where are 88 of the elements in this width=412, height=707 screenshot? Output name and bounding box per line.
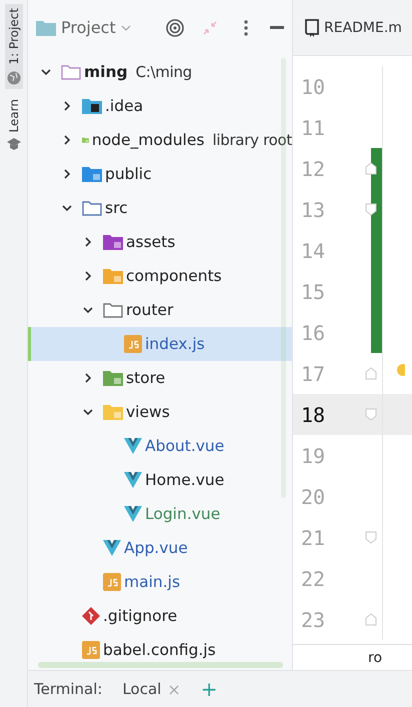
folder-icon: [103, 302, 123, 318]
breadcrumb[interactable]: ro: [368, 650, 382, 666]
graduation-cap-icon: [6, 138, 20, 150]
file-row[interactable]: About.vue: [28, 429, 292, 463]
fold-marker-up-icon[interactable]: [365, 613, 377, 626]
folder-icon: [82, 98, 102, 114]
terminal-label: Terminal:: [34, 680, 102, 698]
line-number: 14: [300, 238, 326, 262]
folder-icon: [36, 20, 56, 36]
tree-item-label: Home.vue: [145, 471, 224, 489]
tool-window-tab[interactable]: 1: Project: [4, 4, 22, 89]
vue-file-icon: [124, 506, 142, 522]
vue-file-icon: [124, 438, 142, 454]
js-file-icon: [103, 573, 121, 591]
folder-row[interactable]: node_modules library root: [28, 123, 292, 157]
line-number: 15: [300, 280, 326, 304]
line-number: 13: [300, 198, 326, 222]
file-row[interactable]: index.js: [28, 327, 292, 361]
tree-item-label: node_modules: [92, 131, 204, 149]
git-file-icon: [82, 607, 100, 625]
tree-item-label: ming: [84, 63, 128, 81]
tree-item-label: router: [126, 301, 174, 319]
folder-row[interactable]: assets: [28, 225, 292, 259]
fold-marker-down-icon[interactable]: [365, 408, 377, 421]
tree-item-label: index.js: [145, 335, 205, 353]
fold-marker-up-icon[interactable]: [365, 367, 377, 380]
tool-window-tab[interactable]: Learn: [4, 94, 22, 154]
line-number: 17: [300, 362, 326, 386]
line-number: 12: [300, 156, 326, 180]
tree-item-label: views: [126, 403, 170, 421]
line-number: 11: [300, 116, 326, 140]
more-icon[interactable]: [244, 20, 248, 36]
line-number: 19: [300, 444, 326, 468]
fold-marker-down-icon[interactable]: [365, 531, 377, 544]
caret-icon: [120, 24, 131, 32]
folder-icon: [82, 166, 102, 182]
path-hint: C:\ming: [136, 63, 192, 81]
vue-file-icon: [124, 472, 142, 488]
js-file-icon: [124, 335, 142, 353]
js-file-icon: [82, 641, 100, 659]
fold-marker-down-icon[interactable]: [365, 203, 377, 216]
tree-item-label: Login.vue: [145, 505, 220, 523]
folder-icon: [103, 370, 123, 386]
target-icon[interactable]: [166, 18, 184, 36]
path-hint: library root: [212, 131, 292, 149]
line-number: 10: [300, 74, 326, 98]
line-number: 22: [300, 566, 326, 590]
folder-icon: [61, 64, 81, 80]
folder-icon: [103, 234, 123, 250]
tree-item-label: assets: [126, 233, 176, 251]
book-icon: [305, 18, 319, 36]
tree-item-label: public: [105, 165, 152, 183]
folder-icon: [82, 200, 102, 216]
tree-item-label: main.js: [124, 573, 180, 591]
tree-item-label: store: [126, 369, 166, 387]
tree-item-label: .gitignore: [103, 607, 178, 625]
terminal-tab-label: Local: [122, 680, 162, 698]
folder-row[interactable]: ming C:\ming: [28, 55, 292, 89]
folder-row[interactable]: components: [28, 259, 292, 293]
tree-item-label: App.vue: [124, 539, 188, 557]
line-number: 20: [300, 484, 326, 508]
line-number: 16: [300, 320, 326, 344]
file-row[interactable]: main.js: [28, 565, 292, 599]
tree-item-label: components: [126, 267, 222, 285]
vue-file-icon: [103, 540, 121, 556]
file-row[interactable]: babel.config.js: [28, 633, 292, 667]
folder-row[interactable]: public: [28, 157, 292, 191]
folder-row[interactable]: store: [28, 361, 292, 395]
fold-marker-up-icon[interactable]: [365, 162, 377, 175]
tree-item-label: babel.config.js: [103, 641, 216, 659]
line-number: 18: [300, 402, 326, 426]
folder-row[interactable]: router: [28, 293, 292, 327]
folder-row[interactable]: .idea: [28, 89, 292, 123]
line-number: 21: [300, 526, 326, 550]
globe-icon: [6, 70, 20, 85]
file-row[interactable]: App.vue: [28, 531, 292, 565]
file-row[interactable]: .gitignore: [28, 599, 292, 633]
folder-row[interactable]: src: [28, 191, 292, 225]
folder-row[interactable]: views: [28, 395, 292, 429]
file-row[interactable]: Login.vue: [28, 497, 292, 531]
tree-item-label: .idea: [105, 97, 144, 115]
folder-icon: [103, 404, 123, 420]
tree-item-label: About.vue: [145, 437, 224, 455]
folder-icon: [103, 268, 123, 284]
project-view-dropdown[interactable]: Project: [36, 18, 131, 37]
tree-item-label: src: [105, 199, 128, 217]
file-row[interactable]: Home.vue: [28, 463, 292, 497]
line-number: 23: [300, 608, 326, 632]
